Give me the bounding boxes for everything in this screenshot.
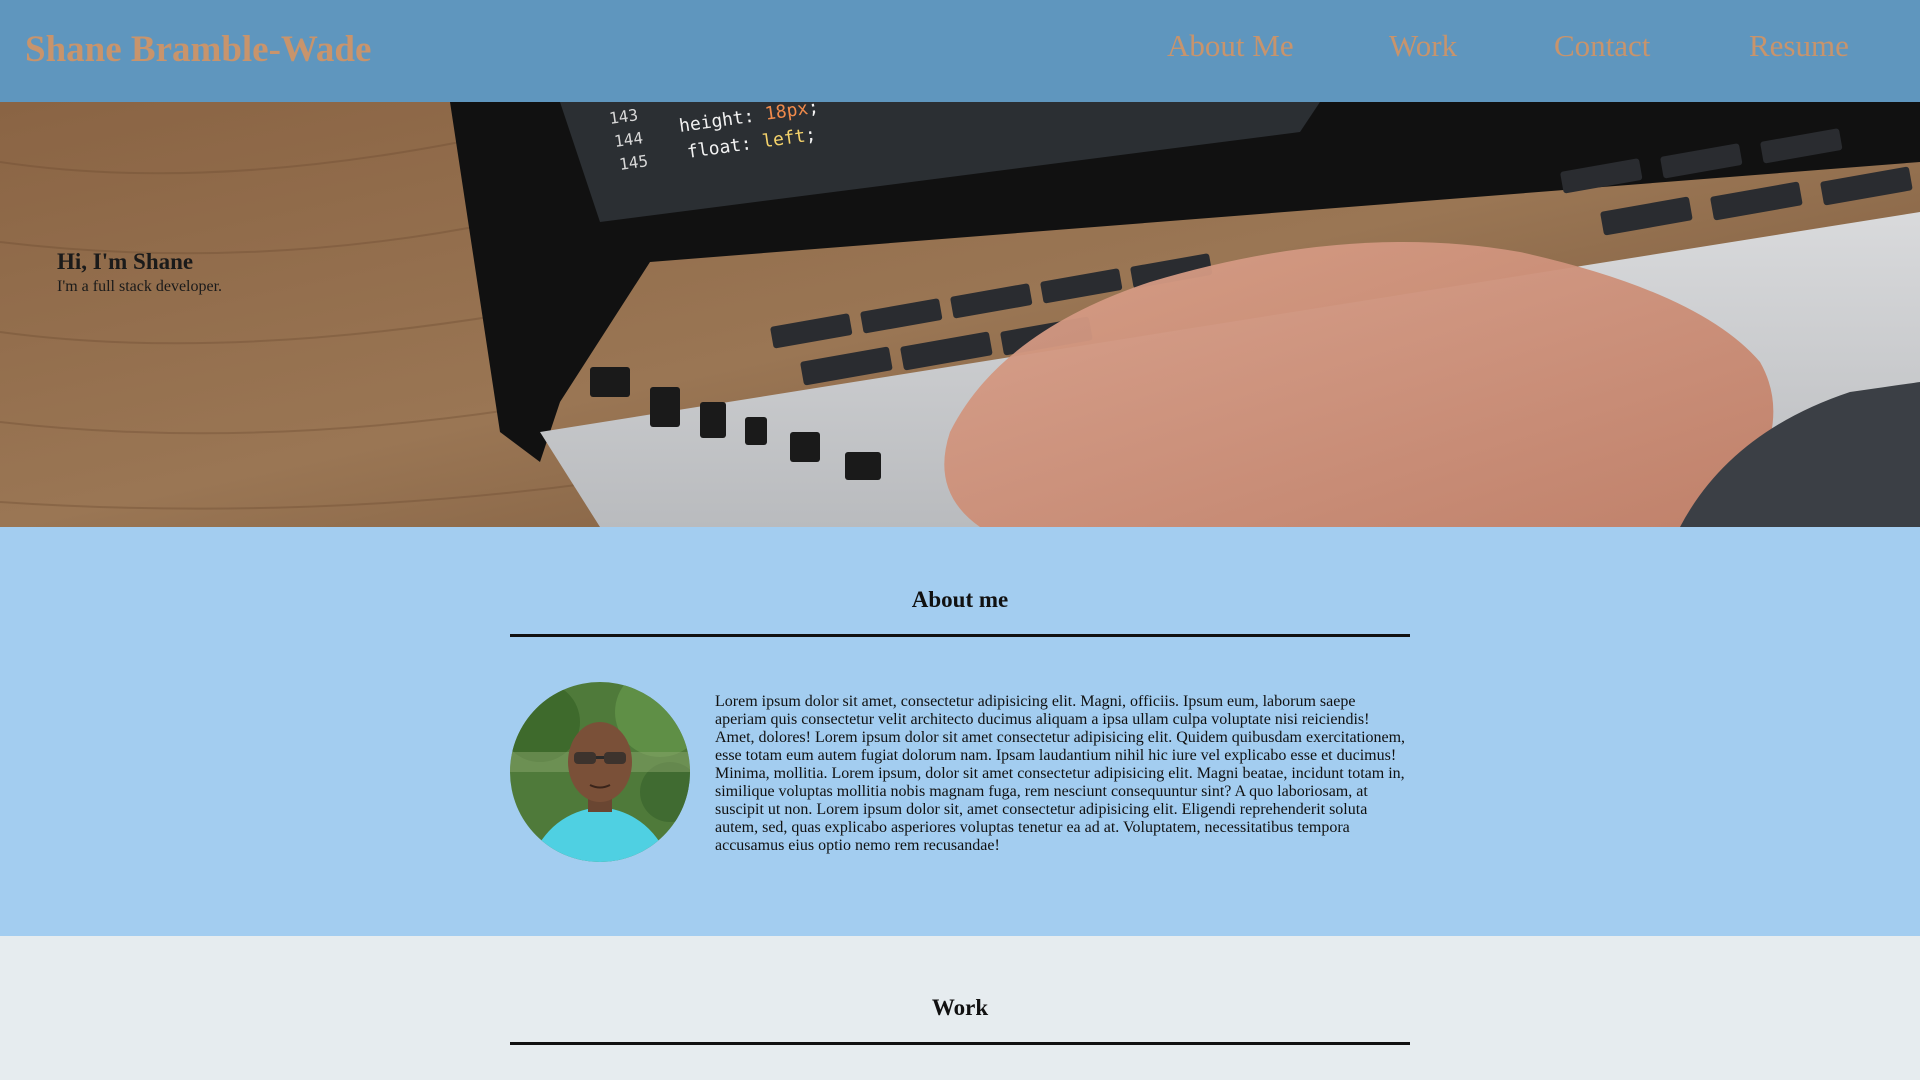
work-heading: Work bbox=[931, 995, 989, 1020]
svg-text:145: 145 bbox=[618, 151, 649, 174]
hero-banner: 143 144 145 height: 18px; float: left; H… bbox=[0, 102, 1920, 527]
avatar bbox=[510, 682, 690, 862]
about-section: About me Lorem ipsum dolor sit amet, con… bbox=[0, 527, 1920, 936]
about-heading: About me bbox=[911, 587, 1009, 612]
nav-about-me[interactable]: About Me bbox=[1167, 28, 1294, 64]
about-divider bbox=[510, 634, 1410, 637]
svg-text:144: 144 bbox=[613, 128, 644, 151]
laptop-coding-photo: 143 144 145 height: 18px; float: left; bbox=[0, 102, 1920, 527]
hero-title: Hi, I'm Shane bbox=[57, 249, 194, 274]
nav-work[interactable]: Work bbox=[1389, 28, 1457, 64]
svg-text:143: 143 bbox=[608, 105, 639, 128]
site-header: Shane Bramble-Wade About Me Work Contact… bbox=[0, 0, 1920, 102]
about-paragraph: Lorem ipsum dolor sit amet, consectetur … bbox=[715, 693, 1406, 854]
hero-subtitle: I'm a full stack developer. bbox=[57, 278, 223, 295]
profile-photo bbox=[510, 682, 690, 862]
nav-resume[interactable]: Resume bbox=[1749, 28, 1849, 64]
work-divider bbox=[510, 1042, 1410, 1045]
work-section: Work bbox=[0, 936, 1920, 1080]
brand-name[interactable]: Shane Bramble-Wade bbox=[25, 28, 371, 71]
nav-contact[interactable]: Contact bbox=[1554, 28, 1650, 64]
